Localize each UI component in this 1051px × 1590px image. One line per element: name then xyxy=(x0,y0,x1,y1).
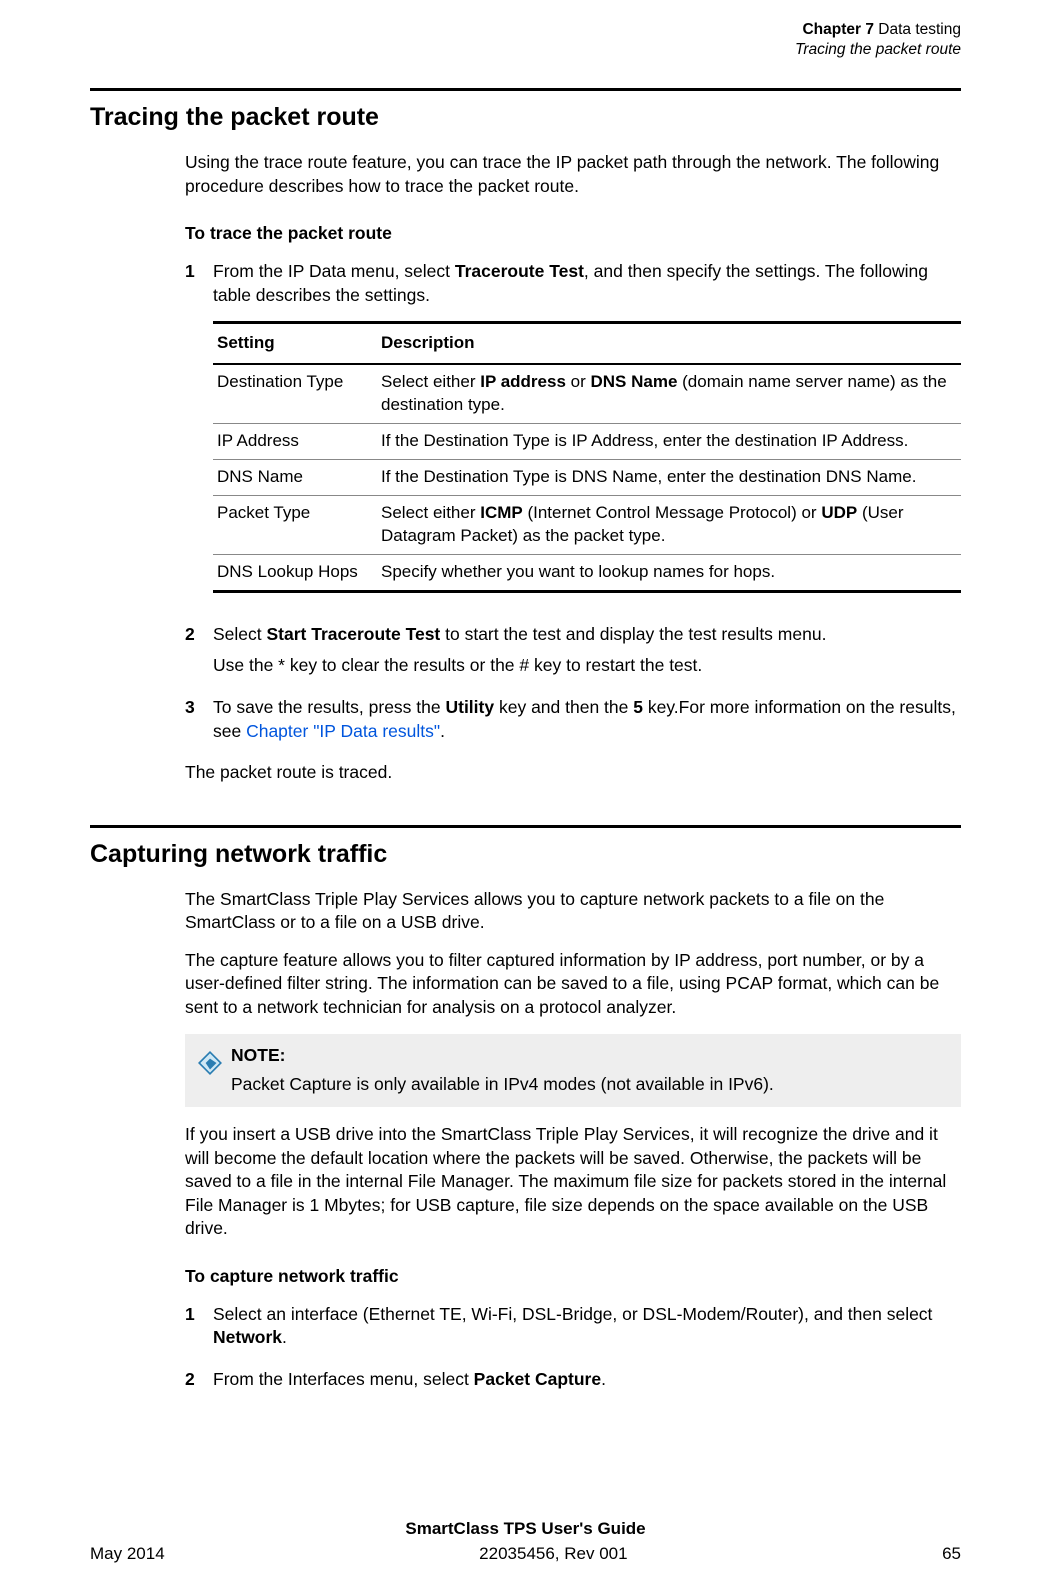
section-rule xyxy=(90,88,961,91)
heading-tracing: Tracing the packet route xyxy=(90,101,961,135)
subheading-capture: To capture network traffic xyxy=(185,1265,961,1289)
step-number: 1 xyxy=(185,260,213,613)
intro-paragraph: Using the trace route feature, you can t… xyxy=(185,151,961,198)
table-row: DNS Lookup Hops Specify whether you want… xyxy=(213,554,961,591)
th-setting: Setting xyxy=(213,323,377,364)
note-text: NOTE: Packet Capture is only available i… xyxy=(231,1044,949,1097)
step-1: 1 Select an interface (Ethernet TE, Wi-F… xyxy=(185,1303,961,1358)
closing-paragraph: The packet route is traced. xyxy=(185,761,961,785)
cross-ref-link[interactable]: Chapter "IP Data results" xyxy=(246,721,440,741)
step-number: 2 xyxy=(185,623,213,686)
section-line: Tracing the packet route xyxy=(90,40,961,60)
step-2: 2 From the Interfaces menu, select Packe… xyxy=(185,1368,961,1400)
step-text: To save the results, press the Utility k… xyxy=(213,696,961,751)
step-number: 2 xyxy=(185,1368,213,1400)
paragraph: The SmartClass Triple Play Services allo… xyxy=(185,888,961,935)
footer-date: May 2014 xyxy=(90,1543,165,1566)
step-number: 3 xyxy=(185,696,213,751)
note-box: NOTE: Packet Capture is only available i… xyxy=(185,1034,961,1107)
chapter-line: Chapter 7 Data testing xyxy=(90,20,961,40)
step-text: Select an interface (Ethernet TE, Wi-Fi,… xyxy=(213,1303,961,1358)
section2-body: The SmartClass Triple Play Services allo… xyxy=(185,888,961,1400)
subheading-trace: To trace the packet route xyxy=(185,222,961,246)
settings-table: Setting Description Destination Type Sel… xyxy=(213,321,961,593)
table-row: DNS Name If the Destination Type is DNS … xyxy=(213,459,961,495)
step-number: 1 xyxy=(185,1303,213,1358)
table-row: Destination Type Select either IP addres… xyxy=(213,364,961,423)
step-text: Select Start Traceroute Test to start th… xyxy=(213,623,961,686)
note-icon xyxy=(197,1050,231,1083)
section-rule xyxy=(90,825,961,828)
chapter-label: Chapter 7 xyxy=(802,21,874,38)
step-1: 1 From the IP Data menu, select Tracerou… xyxy=(185,260,961,613)
step-text: From the IP Data menu, select Traceroute… xyxy=(213,260,961,613)
paragraph: The capture feature allows you to filter… xyxy=(185,949,961,1020)
paragraph: If you insert a USB drive into the Smart… xyxy=(185,1123,961,1241)
footer-docnum: 22035456, Rev 001 xyxy=(479,1543,627,1566)
step-text: From the Interfaces menu, select Packet … xyxy=(213,1368,961,1400)
footer-pagenum: 65 xyxy=(942,1543,961,1566)
running-header: Chapter 7 Data testing Tracing the packe… xyxy=(90,20,961,60)
chapter-title: Data testing xyxy=(878,21,961,38)
note-body: Packet Capture is only available in IPv4… xyxy=(231,1074,774,1094)
table-row: Packet Type Select either ICMP (Internet… xyxy=(213,495,961,554)
step-3: 3 To save the results, press the Utility… xyxy=(185,696,961,751)
th-description: Description xyxy=(377,323,961,364)
section1-body: Using the trace route feature, you can t… xyxy=(185,151,961,785)
footer-title: SmartClass TPS User's Guide xyxy=(90,1518,961,1541)
table-row: IP Address If the Destination Type is IP… xyxy=(213,423,961,459)
note-title: NOTE: xyxy=(231,1044,949,1068)
step-2: 2 Select Start Traceroute Test to start … xyxy=(185,623,961,686)
page: Chapter 7 Data testing Tracing the packe… xyxy=(0,0,1051,1590)
step-subtext: Use the * key to clear the results or th… xyxy=(213,654,961,678)
heading-capturing: Capturing network traffic xyxy=(90,838,961,872)
page-footer: SmartClass TPS User's Guide May 2014 220… xyxy=(90,1518,961,1566)
